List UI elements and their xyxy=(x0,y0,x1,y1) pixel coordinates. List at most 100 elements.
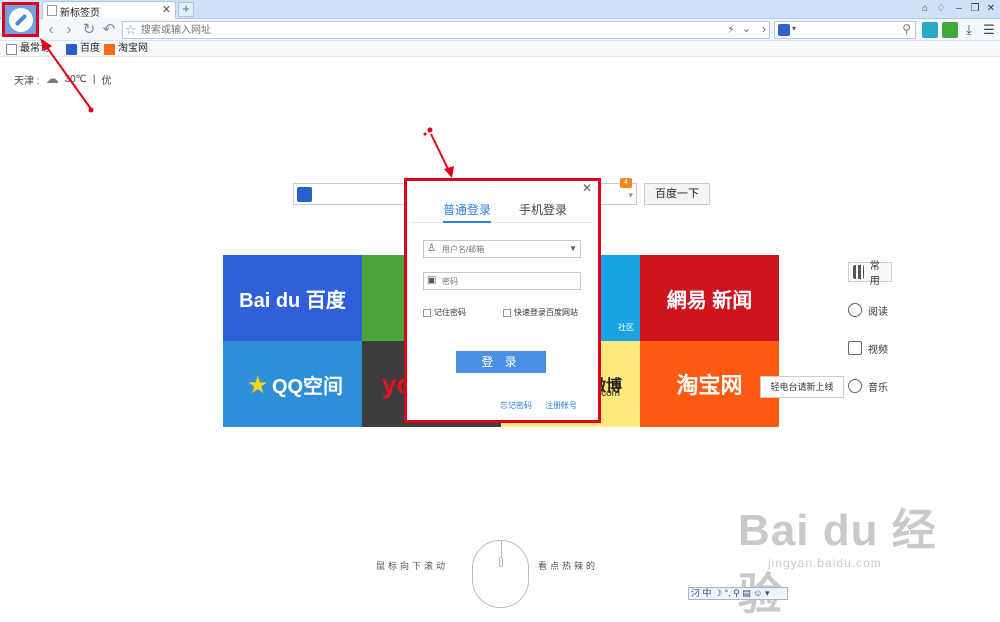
bookmark-label: 最常访 xyxy=(20,43,50,54)
tile-sublabel: 社区 xyxy=(618,323,634,332)
side-label: 视频 xyxy=(868,344,888,356)
user-icon: ♙ xyxy=(427,243,436,254)
close-window-icon[interactable]: ✕ xyxy=(984,2,998,16)
go-arrow-icon[interactable]: › xyxy=(762,22,766,36)
speed-mode-icon[interactable]: ⚡ xyxy=(727,23,735,36)
engine-caret-icon[interactable]: ▾ xyxy=(792,24,796,33)
browser-menu-button[interactable] xyxy=(2,2,39,37)
tab-normal-login[interactable]: 普通登录 xyxy=(443,201,492,223)
tab-close-button[interactable]: ✕ xyxy=(162,3,171,16)
tile-label: 淘宝网 xyxy=(676,373,743,398)
tile-label: 網易 新闻 xyxy=(666,289,753,312)
tile-netease-news[interactable]: 網易 新闻 xyxy=(640,255,779,341)
checkbox-icon xyxy=(503,308,511,317)
scroll-hint-left: 鼠标向下滚动 xyxy=(376,561,449,571)
bookmark-label: 淘宝网 xyxy=(118,43,148,54)
search-engine-icon[interactable] xyxy=(778,24,790,36)
bookmark-most-visited[interactable]: 最常访 xyxy=(6,42,50,56)
weather-temp: 30℃ xyxy=(64,73,87,85)
forgot-password-link[interactable]: 忘记密码 xyxy=(500,400,532,411)
password-input[interactable] xyxy=(442,275,562,287)
tab-phone-login[interactable]: 手机登录 xyxy=(519,201,567,218)
search-box[interactable]: ▾ ⚲ xyxy=(774,21,916,39)
register-link[interactable]: 注册帐号 xyxy=(545,400,577,411)
search-icon[interactable]: ⚲ xyxy=(902,22,911,36)
notification-badge: 4 xyxy=(620,178,632,188)
ime-toolbar[interactable]: 汈 中 ☽ °, ⚲ ▤ ☺ ▾ xyxy=(688,587,788,600)
page-icon xyxy=(47,5,57,16)
quick-login-checkbox[interactable]: 快速登录百度网站 xyxy=(503,307,578,318)
login-tabs: 普通登录 手机登录 xyxy=(411,201,594,223)
tile-taobao[interactable]: 淘宝网 xyxy=(640,341,779,427)
checkbox-icon xyxy=(423,308,431,317)
video-icon xyxy=(848,341,862,355)
search-dropdown-icon[interactable]: ▾ xyxy=(628,190,633,201)
side-item-video[interactable]: 视频 xyxy=(848,338,888,358)
forward-icon[interactable]: › xyxy=(60,21,78,39)
tile-qzone[interactable]: ★ QQ空间 xyxy=(223,341,362,427)
tile-label: QQ空间 xyxy=(271,375,344,398)
mouse-icon xyxy=(472,540,529,608)
restore-icon[interactable]: ❐ xyxy=(968,2,982,16)
star-icon: ★ xyxy=(247,372,269,399)
watermark-url: jingyan.baidu.com xyxy=(768,556,882,570)
grid-icon xyxy=(853,265,864,279)
bookmark-label: 百度 xyxy=(80,43,100,54)
baidu-search-button[interactable]: 百度一下 xyxy=(644,183,710,205)
baidu-icon xyxy=(66,43,77,55)
skin-icon[interactable]: ♢ xyxy=(934,2,948,16)
music-icon xyxy=(848,379,862,393)
bookmark-baidu[interactable]: 百度 xyxy=(66,42,100,56)
menu-icon[interactable]: ☰ xyxy=(980,21,998,39)
air-quality: 优 xyxy=(101,75,112,87)
refresh-icon[interactable]: ↻ xyxy=(80,21,98,39)
side-label: 常用 xyxy=(869,261,880,287)
tab-bar: 新标签页 ✕ + ⌂ ♢ – ❐ ✕ xyxy=(0,0,1000,19)
checkbox-label: 记住密码 xyxy=(434,308,466,317)
side-item-music[interactable]: 音乐 xyxy=(848,376,888,396)
username-field[interactable]: ♙ ▼ xyxy=(423,240,581,258)
address-bar[interactable]: ☆ ⚡ ⌄ › xyxy=(122,21,770,39)
screenshot-icon[interactable] xyxy=(942,22,958,38)
favorite-star-icon[interactable]: ☆ xyxy=(125,22,137,38)
address-dropdown-icon[interactable]: ⌄ xyxy=(742,22,751,35)
tab-new-tab[interactable]: 新标签页 ✕ xyxy=(42,1,176,19)
baidu-jingyan-watermark: Bai du 经验 jingyan.baidu.com xyxy=(738,494,978,619)
baidu-paw-icon xyxy=(297,187,312,202)
lock-icon[interactable]: ⌂ xyxy=(918,2,932,16)
taobao-icon xyxy=(104,43,115,55)
weather-separator: | xyxy=(92,73,96,85)
undo-close-icon[interactable]: ↶ xyxy=(100,21,118,39)
bookmark-taobao[interactable]: 淘宝网 xyxy=(104,42,148,56)
remember-password-checkbox[interactable]: 记住密码 xyxy=(423,307,466,318)
address-input[interactable] xyxy=(141,23,701,37)
weather-city: 天津 : xyxy=(14,75,40,87)
new-tab-button[interactable]: + xyxy=(178,2,194,17)
navigation-bar: ‹ › ↻ ↶ ☆ ⚡ ⌄ › ▾ ⚲ ⤓ ☰ xyxy=(0,19,1000,41)
password-field[interactable]: ▣ xyxy=(423,272,581,290)
cloudy-icon: ☁ xyxy=(45,71,59,86)
close-icon[interactable]: ✕ xyxy=(582,181,592,195)
download-icon[interactable]: ⤓ xyxy=(960,21,978,39)
side-label: 阅读 xyxy=(868,306,888,318)
account-dropdown-icon[interactable]: ▼ xyxy=(569,244,577,253)
checkbox-label: 快速登录百度网站 xyxy=(514,308,578,317)
login-submit-button[interactable]: 登 录 xyxy=(456,351,546,373)
back-icon[interactable]: ‹ xyxy=(42,21,60,39)
radio-tooltip: 轻电台请新上线 xyxy=(760,376,844,398)
minimize-icon[interactable]: – xyxy=(952,2,966,16)
tab-title: 新标签页 xyxy=(60,8,100,19)
side-item-common[interactable]: 常用 xyxy=(848,261,892,287)
folder-icon xyxy=(6,43,17,55)
tile-label: Bai du 百度 xyxy=(239,289,346,312)
sidebar-toggle-icon[interactable] xyxy=(922,22,938,38)
tile-sublabel: .com xyxy=(598,388,620,399)
scroll-hint-right: 看点热辣的 xyxy=(538,561,599,571)
login-dialog: ✕ 普通登录 手机登录 ♙ ▼ ▣ 记住密码 快速登录百度网站 登 录 忘记密码… xyxy=(404,178,601,423)
weather-widget[interactable]: 天津 : ☁ 30℃ | 优 xyxy=(14,71,112,87)
username-input[interactable] xyxy=(442,243,562,255)
lock-icon: ▣ xyxy=(427,275,437,286)
side-item-read[interactable]: 阅读 xyxy=(848,300,888,320)
bookmarks-bar: 最常访 百度 淘宝网 xyxy=(0,41,1000,57)
tile-baidu[interactable]: Bai du 百度 xyxy=(223,255,362,341)
